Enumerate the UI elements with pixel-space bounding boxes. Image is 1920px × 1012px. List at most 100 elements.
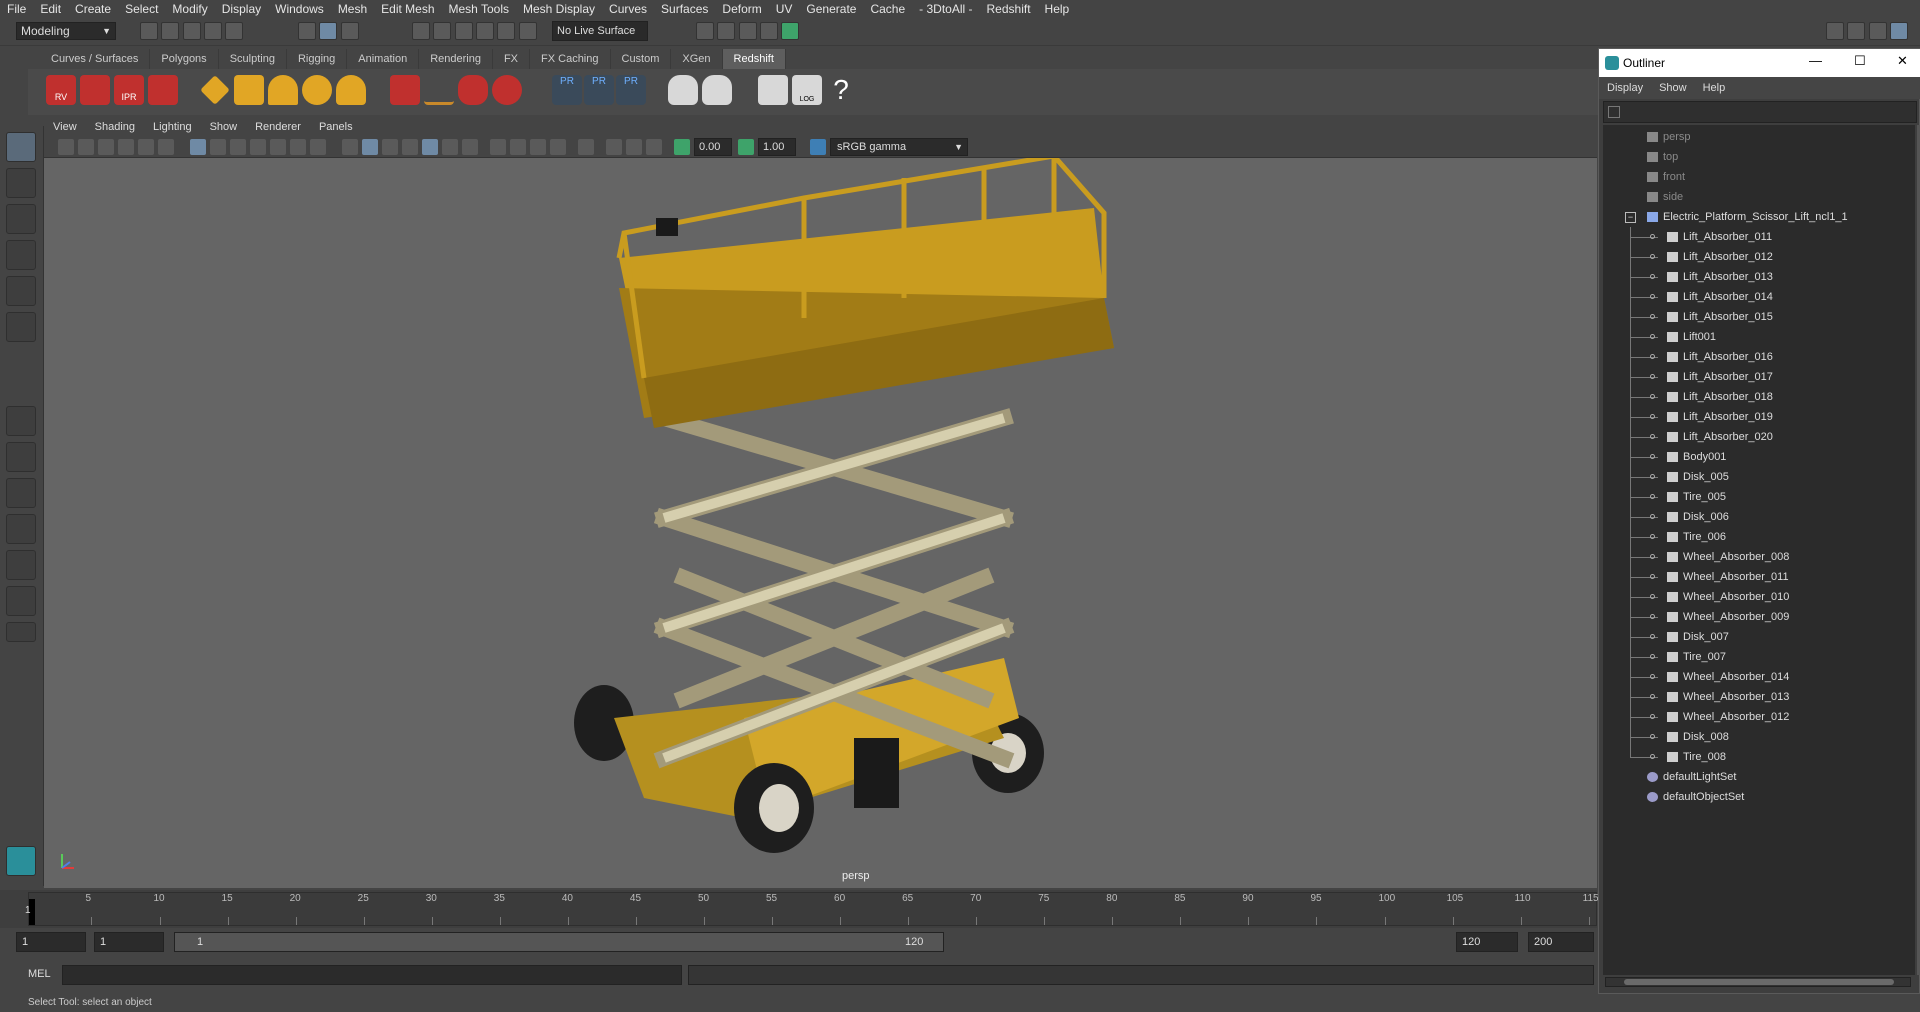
area-light-icon[interactable]	[200, 75, 230, 105]
viewport-menu-lighting[interactable]: Lighting	[144, 121, 201, 133]
outliner-mesh-item[interactable]: Tire_008	[1603, 747, 1915, 767]
ipr-icon[interactable]: IPR	[114, 75, 144, 105]
menu-cache[interactable]: Cache	[863, 2, 912, 16]
outliner-mesh-item[interactable]: Disk_005	[1603, 467, 1915, 487]
grease-pencil-icon[interactable]	[158, 139, 174, 155]
mel-input[interactable]	[62, 965, 682, 985]
shadows-icon[interactable]	[462, 139, 478, 155]
teapot-material-icon[interactable]	[702, 75, 732, 105]
snap-grid-icon[interactable]	[412, 22, 430, 40]
more-layouts-icon[interactable]	[6, 622, 36, 642]
scrollbar-thumb[interactable]	[1624, 979, 1894, 985]
volume-icon[interactable]	[458, 75, 488, 105]
attribute-editor-icon[interactable]	[1847, 22, 1866, 40]
outliner-mesh-item[interactable]: Tire_007	[1603, 647, 1915, 667]
graph-layout-icon[interactable]	[6, 586, 36, 616]
hair-icon[interactable]	[424, 75, 454, 105]
log-icon[interactable]: LOG	[792, 75, 822, 105]
snap-center-icon[interactable]	[518, 22, 537, 40]
outliner-mesh-item[interactable]: Wheel_Absorber_009	[1603, 607, 1915, 627]
outliner-mesh-item[interactable]: Disk_008	[1603, 727, 1915, 747]
shelf-tab-sculpting[interactable]: Sculpting	[219, 49, 287, 69]
grid-icon[interactable]	[190, 139, 206, 155]
end-frame-field[interactable]: 120	[1456, 932, 1518, 952]
ipr-render-icon[interactable]	[738, 22, 757, 40]
menu-mesh-display[interactable]: Mesh Display	[516, 2, 602, 16]
wireframe-on-shaded-icon[interactable]	[402, 139, 418, 155]
four-pane-layout-icon[interactable]	[6, 442, 36, 472]
camera-select-icon[interactable]	[58, 139, 74, 155]
outliner-mesh-item[interactable]: Wheel_Absorber_014	[1603, 667, 1915, 687]
redo-icon[interactable]	[225, 22, 244, 40]
dome-light-icon[interactable]	[302, 75, 332, 105]
anti-aliasing-icon[interactable]	[530, 139, 546, 155]
sun-light-icon[interactable]	[336, 75, 366, 105]
menu-display[interactable]: Display	[215, 2, 268, 16]
field-chart-icon[interactable]	[270, 139, 286, 155]
outliner-set-defaultObjectSet[interactable]: defaultObjectSet	[1603, 787, 1915, 807]
snap-surface-icon[interactable]	[497, 22, 516, 40]
resolution-gate-icon[interactable]	[230, 139, 246, 155]
menu-edit[interactable]: Edit	[33, 2, 68, 16]
hypershade-icon[interactable]	[781, 22, 800, 40]
outliner-mesh-item[interactable]: Body001	[1603, 447, 1915, 467]
select-object-icon[interactable]	[319, 22, 338, 40]
bookmark-icon[interactable]	[98, 139, 114, 155]
menu-uv[interactable]: UV	[769, 2, 800, 16]
menu-mesh-tools[interactable]: Mesh Tools	[442, 2, 516, 16]
modeling-toolkit-icon[interactable]	[1826, 22, 1844, 40]
shelf-tab-fx[interactable]: FX	[493, 49, 531, 69]
xray-components-icon[interactable]	[646, 139, 662, 155]
menu-help[interactable]: Help	[1038, 2, 1077, 16]
outliner-mesh-item[interactable]: Lift_Absorber_015	[1603, 307, 1915, 327]
range-slider-bar[interactable]: 1 120	[174, 932, 944, 952]
default-material-icon[interactable]	[382, 139, 398, 155]
xray-icon[interactable]	[606, 139, 622, 155]
outliner-layout-icon[interactable]	[6, 550, 36, 580]
exposure-icon[interactable]	[674, 139, 690, 155]
viewport-menu-panels[interactable]: Panels	[310, 121, 362, 133]
outliner-camera-persp[interactable]: persp	[1603, 127, 1915, 147]
color-management-icon[interactable]	[810, 139, 826, 155]
viewport-menu-renderer[interactable]: Renderer	[246, 121, 310, 133]
smooth-shade-icon[interactable]	[362, 139, 378, 155]
minimize-icon[interactable]: —	[1809, 53, 1822, 68]
render-view-icon[interactable]	[760, 22, 779, 40]
image-plane-icon[interactable]	[118, 139, 134, 155]
snap-view-icon[interactable]	[476, 22, 495, 40]
outliner-camera-top[interactable]: top	[1603, 147, 1915, 167]
ambient-occlusion-icon[interactable]	[490, 139, 506, 155]
outliner-mesh-item[interactable]: Lift_Absorber_019	[1603, 407, 1915, 427]
viewport-menu-view[interactable]: View	[44, 121, 86, 133]
menu-select[interactable]: Select	[118, 2, 165, 16]
proxy-swap-icon[interactable]: PR	[616, 75, 646, 105]
undo-icon[interactable]	[204, 22, 223, 40]
textured-icon[interactable]	[422, 139, 438, 155]
snap-curve-icon[interactable]	[433, 22, 452, 40]
move-tool-icon[interactable]	[6, 240, 36, 270]
menu-surfaces[interactable]: Surfaces	[654, 2, 715, 16]
wireframe-icon[interactable]	[342, 139, 358, 155]
menu-windows[interactable]: Windows	[268, 2, 331, 16]
render-settings-icon[interactable]	[148, 75, 178, 105]
viewport-menu-show[interactable]: Show	[201, 121, 247, 133]
outliner-mesh-item[interactable]: Wheel_Absorber_013	[1603, 687, 1915, 707]
menu-modify[interactable]: Modify	[165, 2, 214, 16]
outliner-root-node[interactable]: Electric_Platform_Scissor_Lift_ncl1_1 −	[1603, 207, 1915, 227]
rotate-tool-icon[interactable]	[6, 276, 36, 306]
isolate-select-icon[interactable]	[578, 139, 594, 155]
close-icon[interactable]: ✕	[1897, 53, 1908, 69]
motion-blur-icon[interactable]	[510, 139, 526, 155]
depth-of-field-icon[interactable]	[550, 139, 566, 155]
menu-deform[interactable]: Deform	[715, 2, 768, 16]
help-icon[interactable]: ?	[826, 75, 856, 105]
grid-light-icon[interactable]	[234, 75, 264, 105]
outliner-menu-show[interactable]: Show	[1651, 82, 1695, 94]
shelf-tab-rigging[interactable]: Rigging	[287, 49, 348, 69]
outliner-mesh-item[interactable]: Wheel_Absorber_011	[1603, 567, 1915, 587]
film-gate-icon[interactable]	[210, 139, 226, 155]
outliner-mesh-item[interactable]: Lift_Absorber_014	[1603, 287, 1915, 307]
outliner-filter-field[interactable]	[1603, 101, 1917, 123]
time-slider-track[interactable]: 5 10 15 20 25 30 35 40 45 50 55 60 65 70 75 80 85 90 95 100…	[25, 892, 1599, 926]
save-scene-icon[interactable]	[182, 22, 201, 40]
